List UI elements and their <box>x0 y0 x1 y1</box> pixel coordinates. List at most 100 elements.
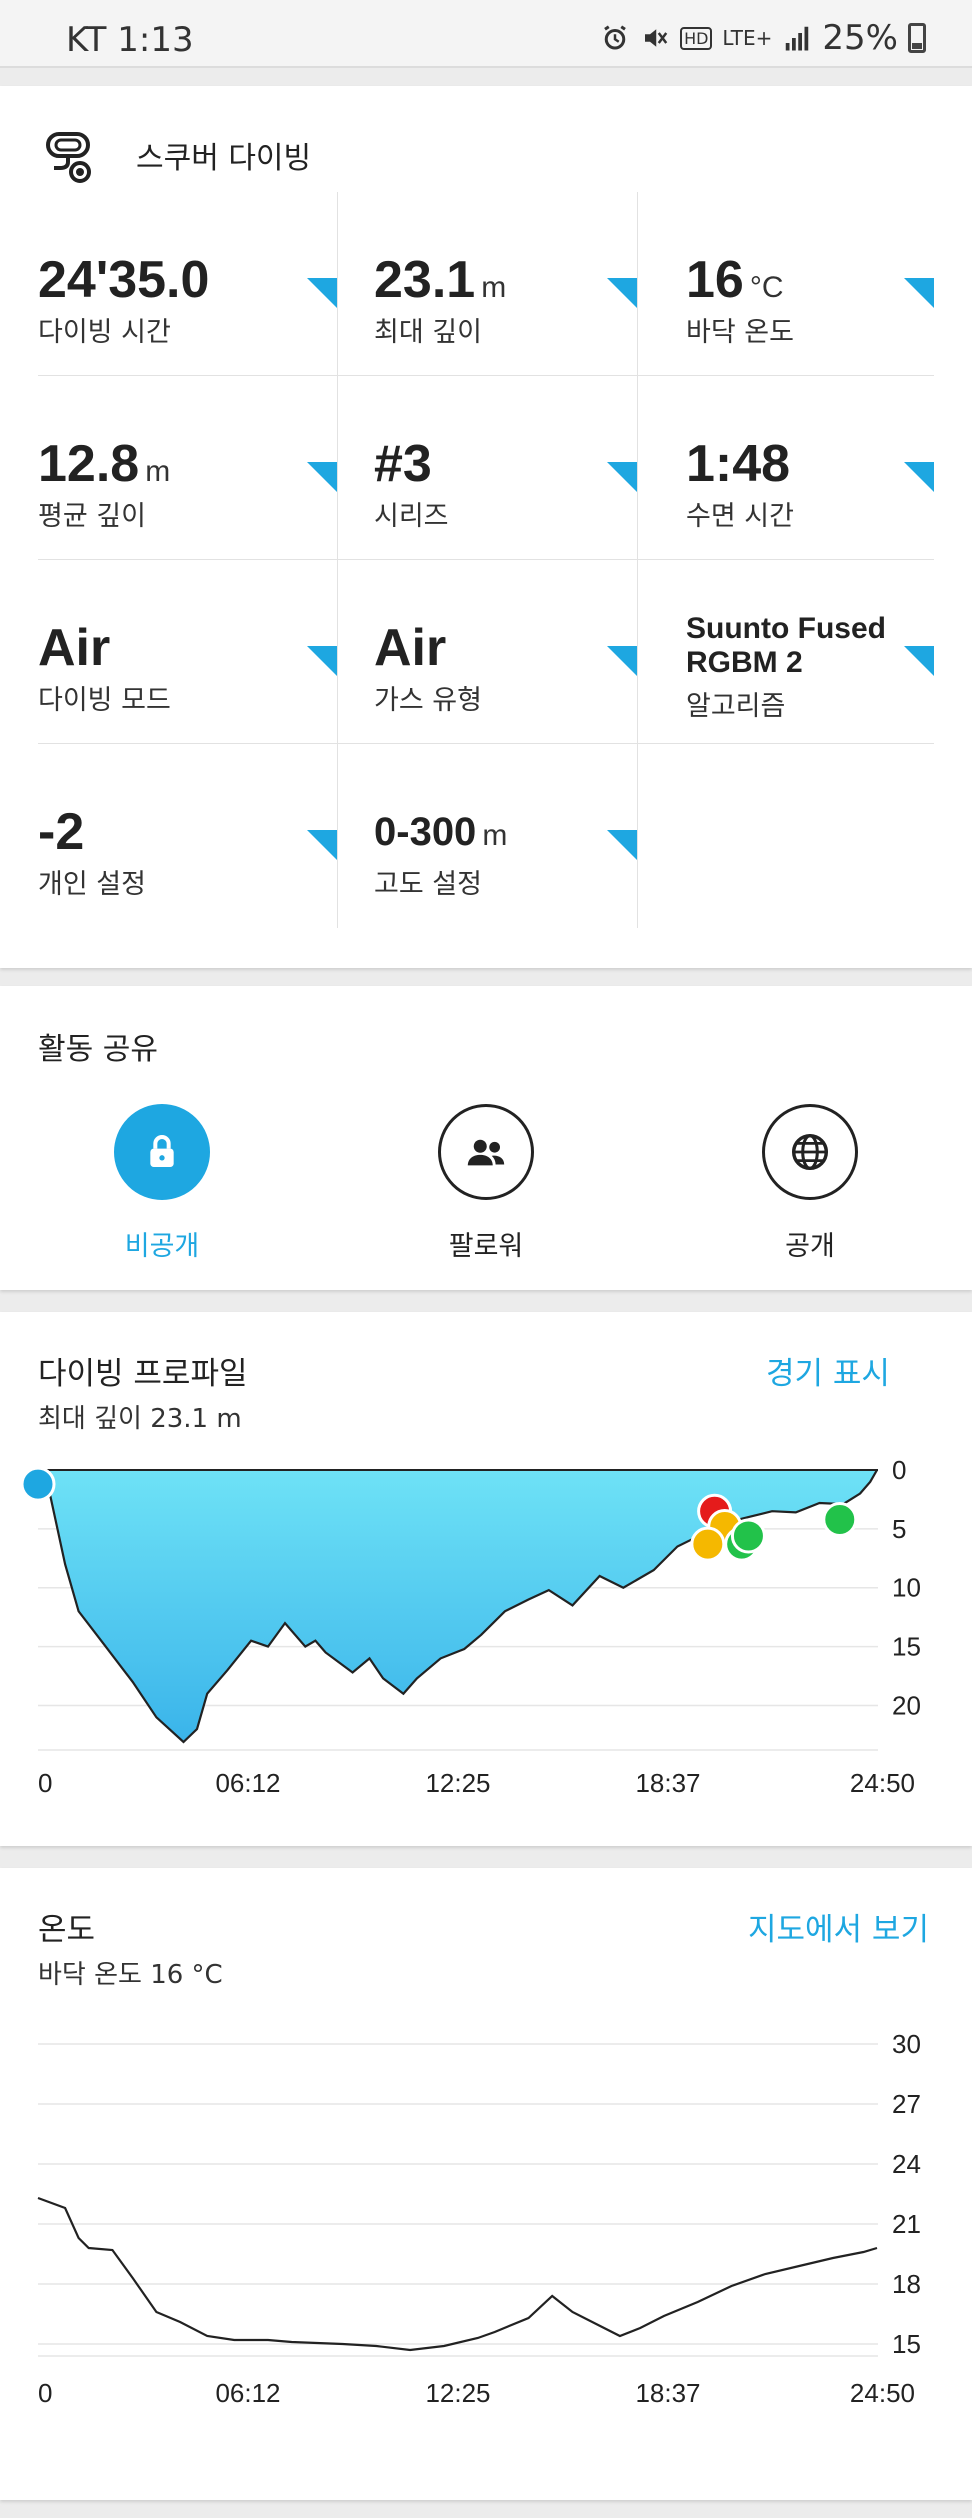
stat-label: 시리즈 <box>374 501 449 532</box>
stat-label: 평균 깊이 <box>38 501 146 532</box>
stat-label: 다이빙 시간 <box>38 317 171 348</box>
corner-marker <box>904 646 934 676</box>
status-carrier-time: KT 1:13 <box>66 20 194 60</box>
event-marker <box>20 1466 56 1502</box>
y-tick-label: 15 <box>892 1632 921 1662</box>
activity-header: 스쿠버 다이빙 <box>40 122 311 188</box>
x-tick-label: 0 <box>38 2378 52 2408</box>
share-followers-circle[interactable] <box>438 1104 534 1200</box>
corner-marker <box>607 462 637 492</box>
corner-marker <box>904 278 934 308</box>
stat-value: 1:48 <box>686 435 791 493</box>
y-tick-label: 27 <box>892 2089 921 2119</box>
stat-algorithm[interactable]: Suunto Fused RGBM 2 알고리즘 <box>638 560 934 744</box>
x-tick-label: 06:12 <box>215 1768 280 1798</box>
signal-icon <box>786 26 809 51</box>
mute-icon <box>645 29 668 47</box>
share-public-button[interactable]: 공개 <box>710 1104 910 1263</box>
followers-icon <box>467 1139 505 1166</box>
stat-label: 바닥 온도 <box>686 317 794 348</box>
y-tick-label: 30 <box>892 2029 921 2059</box>
y-tick-label: 15 <box>892 2329 921 2359</box>
x-tick-label: 24:50 <box>850 1768 915 1798</box>
x-tick-label: 12:25 <box>425 1768 490 1798</box>
stat-dive-time[interactable]: 24'35.0 다이빙 시간 <box>38 192 338 376</box>
stat-gas-type[interactable]: Air 가스 유형 <box>338 560 638 744</box>
dive-profile-card: 다이빙 프로파일 경기 표시 최대 깊이 23.1 m 0 5 10 15 20 0 06:… <box>0 1312 972 1846</box>
battery-icon <box>908 23 926 53</box>
temperature-chart[interactable]: 30 27 24 21 18 15 0 06:12 12:25 18:37 24:50 <box>0 1868 972 2500</box>
stat-label: 가스 유형 <box>374 685 482 716</box>
stat-value: -2 <box>38 803 85 861</box>
stat-value: 0-300 m <box>374 810 508 854</box>
corner-marker <box>607 830 637 860</box>
corner-marker <box>904 462 934 492</box>
stat-avg-depth[interactable]: 12.8 m 평균 깊이 <box>38 376 338 560</box>
corner-marker <box>607 646 637 676</box>
stat-dive-mode[interactable]: Air 다이빙 모드 <box>38 560 338 744</box>
share-title: 활동 공유 <box>38 1032 158 1067</box>
alarm-icon <box>604 25 626 50</box>
stat-value: Air <box>38 619 111 677</box>
y-tick-label: 21 <box>892 2209 921 2239</box>
x-tick-label: 18:37 <box>635 2378 700 2408</box>
stat-value: 12.8 m <box>38 435 171 493</box>
stat-value: Air <box>374 619 447 677</box>
share-public-circle[interactable] <box>762 1104 858 1200</box>
y-tick-label: 18 <box>892 2269 921 2299</box>
share-private-button[interactable]: 비공개 <box>62 1104 262 1263</box>
stat-label: 알고리즘 <box>686 691 786 722</box>
stat-surface-time[interactable]: 1:48 수면 시간 <box>638 376 934 560</box>
temperature-line <box>37 2196 878 2352</box>
temperature-card: 온도 지도에서 보기 바닥 온도 16 °C 30 27 24 21 18 15 0 06:1… <box>0 1868 972 2500</box>
stat-personal-setting[interactable]: -2 개인 설정 <box>38 744 338 928</box>
corner-marker <box>307 830 337 860</box>
activity-share-card: 활동 공유 비공개 팔로워 공개 <box>0 986 972 1290</box>
share-followers-label: 팔로워 <box>448 1231 524 1262</box>
lte-indicator: LTE+ <box>722 26 773 50</box>
dive-profile-chart[interactable]: 0 5 10 15 20 0 06:12 12:25 18:37 24:50 <box>0 1312 972 1846</box>
share-public-label: 공개 <box>785 1231 835 1262</box>
y-tick-label: 20 <box>892 1690 921 1720</box>
y-tick-label: 24 <box>892 2149 921 2179</box>
stat-label: 개인 설정 <box>38 869 146 900</box>
x-tick-label: 12:25 <box>425 2378 490 2408</box>
x-tick-label: 18:37 <box>635 1768 700 1798</box>
corner-marker <box>307 462 337 492</box>
corner-marker <box>607 278 637 308</box>
status-bar: KT 1:13 HD LTE+ 25% <box>0 0 972 68</box>
corner-marker <box>307 646 337 676</box>
event-marker <box>730 1518 766 1554</box>
event-marker <box>822 1501 858 1537</box>
dive-summary-card: 스쿠버 다이빙 24'35.0 다이빙 시간 23.1 m 최대 깊이 16 °C … <box>0 86 972 968</box>
stat-max-depth[interactable]: 23.1 m 최대 깊이 <box>338 192 638 376</box>
status-icons: HD LTE+ 25% <box>600 18 926 58</box>
depth-area <box>38 1470 877 1742</box>
event-marker <box>690 1526 726 1562</box>
scuba-mask-icon <box>46 132 91 183</box>
globe-icon <box>791 1133 829 1171</box>
share-private-label: 비공개 <box>124 1231 200 1262</box>
y-tick-label: 5 <box>892 1514 906 1544</box>
x-tick-label: 06:12 <box>215 2378 280 2408</box>
stat-value: 24'35.0 <box>38 251 210 309</box>
stat-series[interactable]: #3 시리즈 <box>338 376 638 560</box>
x-tick-label: 24:50 <box>850 2378 915 2408</box>
stat-value: 23.1 m <box>374 251 507 309</box>
stat-label: 다이빙 모드 <box>38 685 171 716</box>
stat-bottom-temp[interactable]: 16 °C 바닥 온도 <box>638 192 934 376</box>
stat-value: 16 °C <box>686 251 784 309</box>
stat-value: #3 <box>374 435 432 493</box>
hd-indicator: HD <box>680 26 713 50</box>
stat-label: 최대 깊이 <box>374 317 482 348</box>
y-tick-label: 10 <box>892 1573 921 1603</box>
lock-icon <box>150 1135 174 1167</box>
battery-percent: 25% <box>822 18 898 58</box>
share-followers-button[interactable]: 팔로워 <box>386 1104 586 1263</box>
y-tick-label: 0 <box>892 1455 906 1485</box>
stat-altitude-setting[interactable]: 0-300 m 고도 설정 <box>338 744 638 928</box>
stat-label: 고도 설정 <box>374 869 482 900</box>
activity-title: 스쿠버 다이빙 <box>136 141 312 176</box>
stat-label: 수면 시간 <box>686 501 794 532</box>
share-private-circle[interactable] <box>114 1104 210 1200</box>
